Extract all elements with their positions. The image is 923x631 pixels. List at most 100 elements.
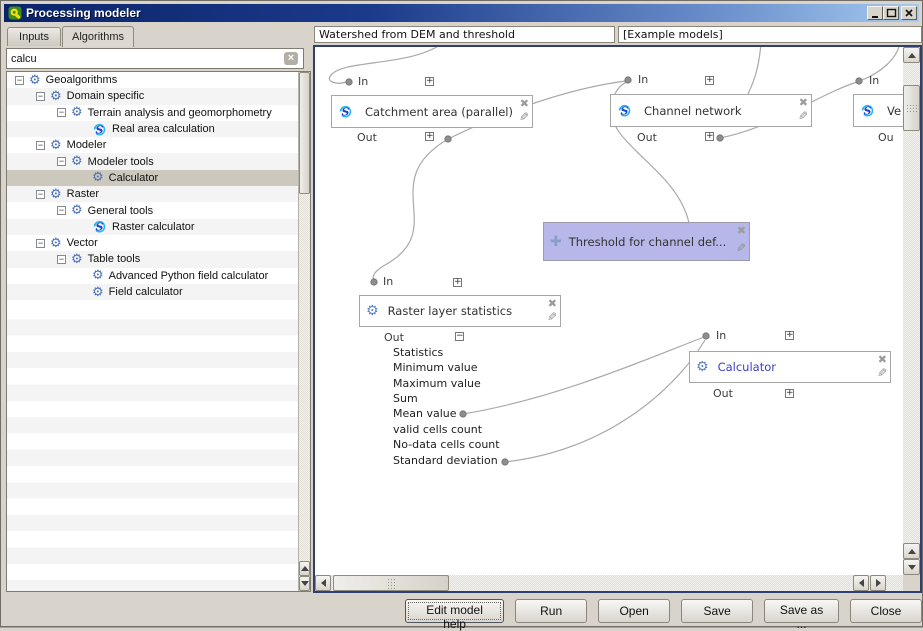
calculator-out-expander[interactable]: + xyxy=(785,389,794,398)
node-threshold-input[interactable]: ✚ Threshold for channel def... ✖ ✎ xyxy=(543,222,750,261)
catchment-out-expander[interactable]: + xyxy=(425,132,434,141)
save-as-button[interactable]: Save as ... xyxy=(764,599,839,623)
node-vertical-partial[interactable]: Ve xyxy=(853,94,903,127)
canvas-hscroll-thumb[interactable] xyxy=(333,575,449,591)
tree-item-terrain-analysis[interactable]: − ⚙ Terrain analysis and geomorphometry xyxy=(7,105,298,121)
node-title: Calculator xyxy=(718,360,776,374)
tree-item-table-tools[interactable]: − ⚙ Table tools xyxy=(7,251,298,267)
output-statistics[interactable]: Statistics xyxy=(393,346,443,359)
canvas-scroll-down-button[interactable] xyxy=(903,559,920,575)
rasterstats-in-expander[interactable]: + xyxy=(453,278,462,287)
edit-node-icon[interactable]: ✎ xyxy=(798,109,808,123)
port-dot-catchment-out xyxy=(445,136,451,142)
tree-item-domain-specific[interactable]: − ⚙ Domain specific xyxy=(7,88,298,104)
tree-item-modeler[interactable]: − ⚙ Modeler xyxy=(7,137,298,153)
output-mean-value[interactable]: Mean value xyxy=(393,407,457,420)
node-title: Channel network xyxy=(644,104,742,118)
edit-node-icon[interactable]: ✎ xyxy=(736,241,746,255)
canvas-horizontal-scrollbar[interactable] xyxy=(315,575,903,591)
output-sum[interactable]: Sum xyxy=(393,392,418,405)
canvas-vertical-scrollbar[interactable] xyxy=(903,47,920,575)
maximize-button[interactable] xyxy=(883,6,899,20)
output-minimum-value[interactable]: Minimum value xyxy=(393,361,478,374)
close-window-button[interactable] xyxy=(901,6,917,20)
channel-in-expander[interactable]: + xyxy=(705,76,714,85)
delete-node-icon[interactable]: ✖ xyxy=(878,353,887,366)
collapse-expander-icon[interactable]: − xyxy=(57,108,66,117)
tree-item-field-calculator[interactable]: − ⚙ Field calculator xyxy=(7,284,298,300)
delete-node-icon[interactable]: ✖ xyxy=(548,297,557,310)
window-title: Processing modeler xyxy=(26,6,141,20)
output-no-data-cells-count[interactable]: No-data cells count xyxy=(393,438,500,451)
canvas-vscroll-thumb[interactable] xyxy=(903,85,920,131)
rasterstats-out-collapser[interactable]: − xyxy=(455,332,464,341)
tree-item-real-area-calculation[interactable]: − Real area calculation xyxy=(7,121,298,137)
collapse-expander-icon[interactable]: − xyxy=(36,190,45,199)
save-button[interactable]: Save xyxy=(681,599,753,623)
delete-node-icon[interactable]: ✖ xyxy=(737,224,746,237)
tab-inputs-label: Inputs xyxy=(19,31,49,43)
node-catchment-area[interactable]: Catchment area (parallel) ✖ ✎ xyxy=(331,95,533,128)
node-calculator[interactable]: ⚙ Calculator ✖ ✎ xyxy=(689,351,891,383)
gear-icon: ⚙ xyxy=(366,305,379,318)
delete-node-icon[interactable]: ✖ xyxy=(520,97,529,110)
add-input-icon: ✚ xyxy=(550,235,562,249)
model-canvas[interactable]: In + Catchment area (parallel) ✖ ✎ Out +… xyxy=(315,47,903,575)
canvas-scroll-left-button-2[interactable] xyxy=(853,575,869,591)
run-button[interactable]: Run xyxy=(515,599,587,623)
collapse-expander-icon[interactable]: − xyxy=(57,206,66,215)
output-maximum-value[interactable]: Maximum value xyxy=(393,377,481,390)
clear-search-icon[interactable]: × xyxy=(284,52,298,65)
output-standard-deviation[interactable]: Standard deviation xyxy=(393,454,498,467)
tree-item-general-tools[interactable]: − ⚙ General tools xyxy=(7,202,298,218)
collapse-expander-icon[interactable]: − xyxy=(36,239,45,248)
tree-item-modeler-tools[interactable]: − ⚙ Modeler tools xyxy=(7,153,298,169)
edit-node-icon[interactable]: ✎ xyxy=(519,110,529,124)
tab-inputs[interactable]: Inputs xyxy=(7,27,61,46)
edit-node-icon[interactable]: ✎ xyxy=(877,366,887,380)
calculator-in-label: In xyxy=(716,329,726,342)
collapse-expander-icon[interactable]: − xyxy=(57,157,66,166)
edge-top-to-ve-in xyxy=(862,47,900,80)
tab-algorithms[interactable]: Algorithms xyxy=(62,26,134,47)
calculator-in-expander[interactable]: + xyxy=(785,331,794,340)
node-raster-layer-statistics[interactable]: ⚙ Raster layer statistics ✖ ✎ xyxy=(359,295,561,327)
catchment-in-expander[interactable]: + xyxy=(425,77,434,86)
tree-item-geoalgorithms[interactable]: − ⚙ Geoalgorithms xyxy=(7,72,298,88)
tree-item-label: Raster xyxy=(67,188,99,200)
tree-scrollbar[interactable] xyxy=(298,72,310,591)
title-bar[interactable]: Processing modeler xyxy=(4,4,919,22)
model-group-field[interactable]: [Example models] xyxy=(618,26,922,43)
canvas-scroll-up-button-2[interactable] xyxy=(903,543,920,559)
canvas-scroll-up-button[interactable] xyxy=(903,47,920,63)
tree-scroll-down-button[interactable] xyxy=(299,576,310,591)
tree-item-label: Modeler tools xyxy=(88,156,154,168)
collapse-expander-icon[interactable]: − xyxy=(57,255,66,264)
canvas-scroll-right-button[interactable] xyxy=(870,575,886,591)
minimize-button[interactable] xyxy=(867,6,883,20)
tree-scroll-up-button[interactable] xyxy=(299,561,310,576)
tree-item-calculator[interactable]: − ⚙ Calculator xyxy=(7,170,298,186)
collapse-expander-icon[interactable]: − xyxy=(15,76,24,85)
delete-node-icon[interactable]: ✖ xyxy=(799,96,808,109)
tree-item-advanced-python-field-calculator[interactable]: − ⚙ Advanced Python field calculator xyxy=(7,268,298,284)
edge-catchment-out-to-rasterstats-in xyxy=(373,139,448,280)
close-button[interactable]: Close xyxy=(850,599,922,623)
tree-item-raster[interactable]: − ⚙ Raster xyxy=(7,186,298,202)
tree-item-vector[interactable]: − ⚙ Vector xyxy=(7,235,298,251)
channel-out-expander[interactable]: + xyxy=(705,132,714,141)
canvas-scroll-left-button[interactable] xyxy=(315,575,331,591)
port-dot-calculator-in xyxy=(703,333,709,339)
node-channel-network[interactable]: Channel network ✖ ✎ xyxy=(610,94,812,127)
port-dot-channel-out xyxy=(717,135,723,141)
collapse-expander-icon[interactable]: − xyxy=(36,141,45,150)
edit-model-help-button[interactable]: Edit model help xyxy=(405,599,504,623)
model-name-field[interactable]: Watershed from DEM and threshold xyxy=(314,26,615,43)
algorithm-search-input[interactable] xyxy=(6,48,304,69)
open-button[interactable]: Open xyxy=(598,599,670,623)
edit-node-icon[interactable]: ✎ xyxy=(547,310,557,324)
tree-item-raster-calculator[interactable]: − Raster calculator xyxy=(7,219,298,235)
tree-scrollbar-thumb[interactable] xyxy=(299,72,310,194)
output-valid-cells-count[interactable]: valid cells count xyxy=(393,423,482,436)
collapse-expander-icon[interactable]: − xyxy=(36,92,45,101)
